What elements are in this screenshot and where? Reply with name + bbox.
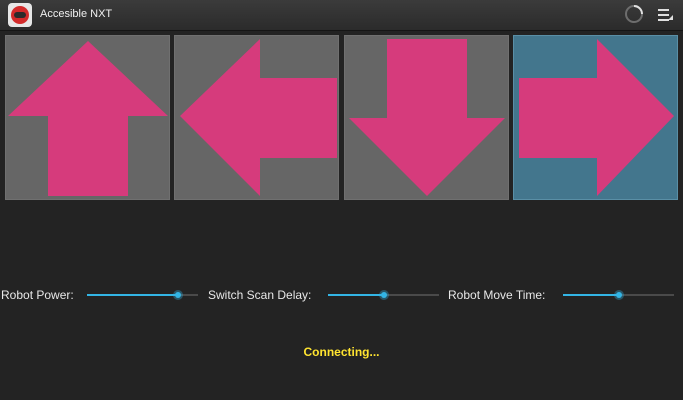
robot-move-time-label: Robot Move Time: [448, 288, 546, 302]
slider-fill [328, 294, 384, 296]
action-bar: Accesible NXT [0, 0, 683, 31]
app-title: Accesible NXT [40, 8, 113, 20]
robot-move-time-slider[interactable] [563, 288, 674, 302]
loading-spinner-icon [625, 5, 643, 23]
move-left-button[interactable] [174, 35, 339, 200]
robot-power-label: Robot Power: [1, 288, 74, 302]
move-up-button[interactable] [5, 35, 170, 200]
move-down-button[interactable] [344, 35, 509, 200]
slider-thumb[interactable] [615, 292, 622, 298]
arrow-up-icon [8, 41, 168, 196]
arrow-left-icon [180, 39, 337, 196]
slider-thumb[interactable] [380, 292, 387, 298]
arrow-right-icon [519, 39, 674, 196]
robot-app-icon[interactable] [8, 3, 32, 27]
overflow-menu-icon[interactable] [656, 6, 674, 24]
robot-power-slider[interactable] [87, 288, 198, 302]
connection-status: Connecting... [303, 345, 380, 359]
robot-visor-shape [14, 12, 26, 18]
slider-thumb[interactable] [175, 292, 182, 298]
slider-fill [563, 294, 619, 296]
switch-scan-delay-slider[interactable] [328, 288, 439, 302]
slider-fill [87, 294, 179, 296]
switch-scan-delay-label: Switch Scan Delay: [208, 288, 312, 302]
arrow-down-icon [349, 39, 505, 196]
move-right-button[interactable] [513, 35, 678, 200]
